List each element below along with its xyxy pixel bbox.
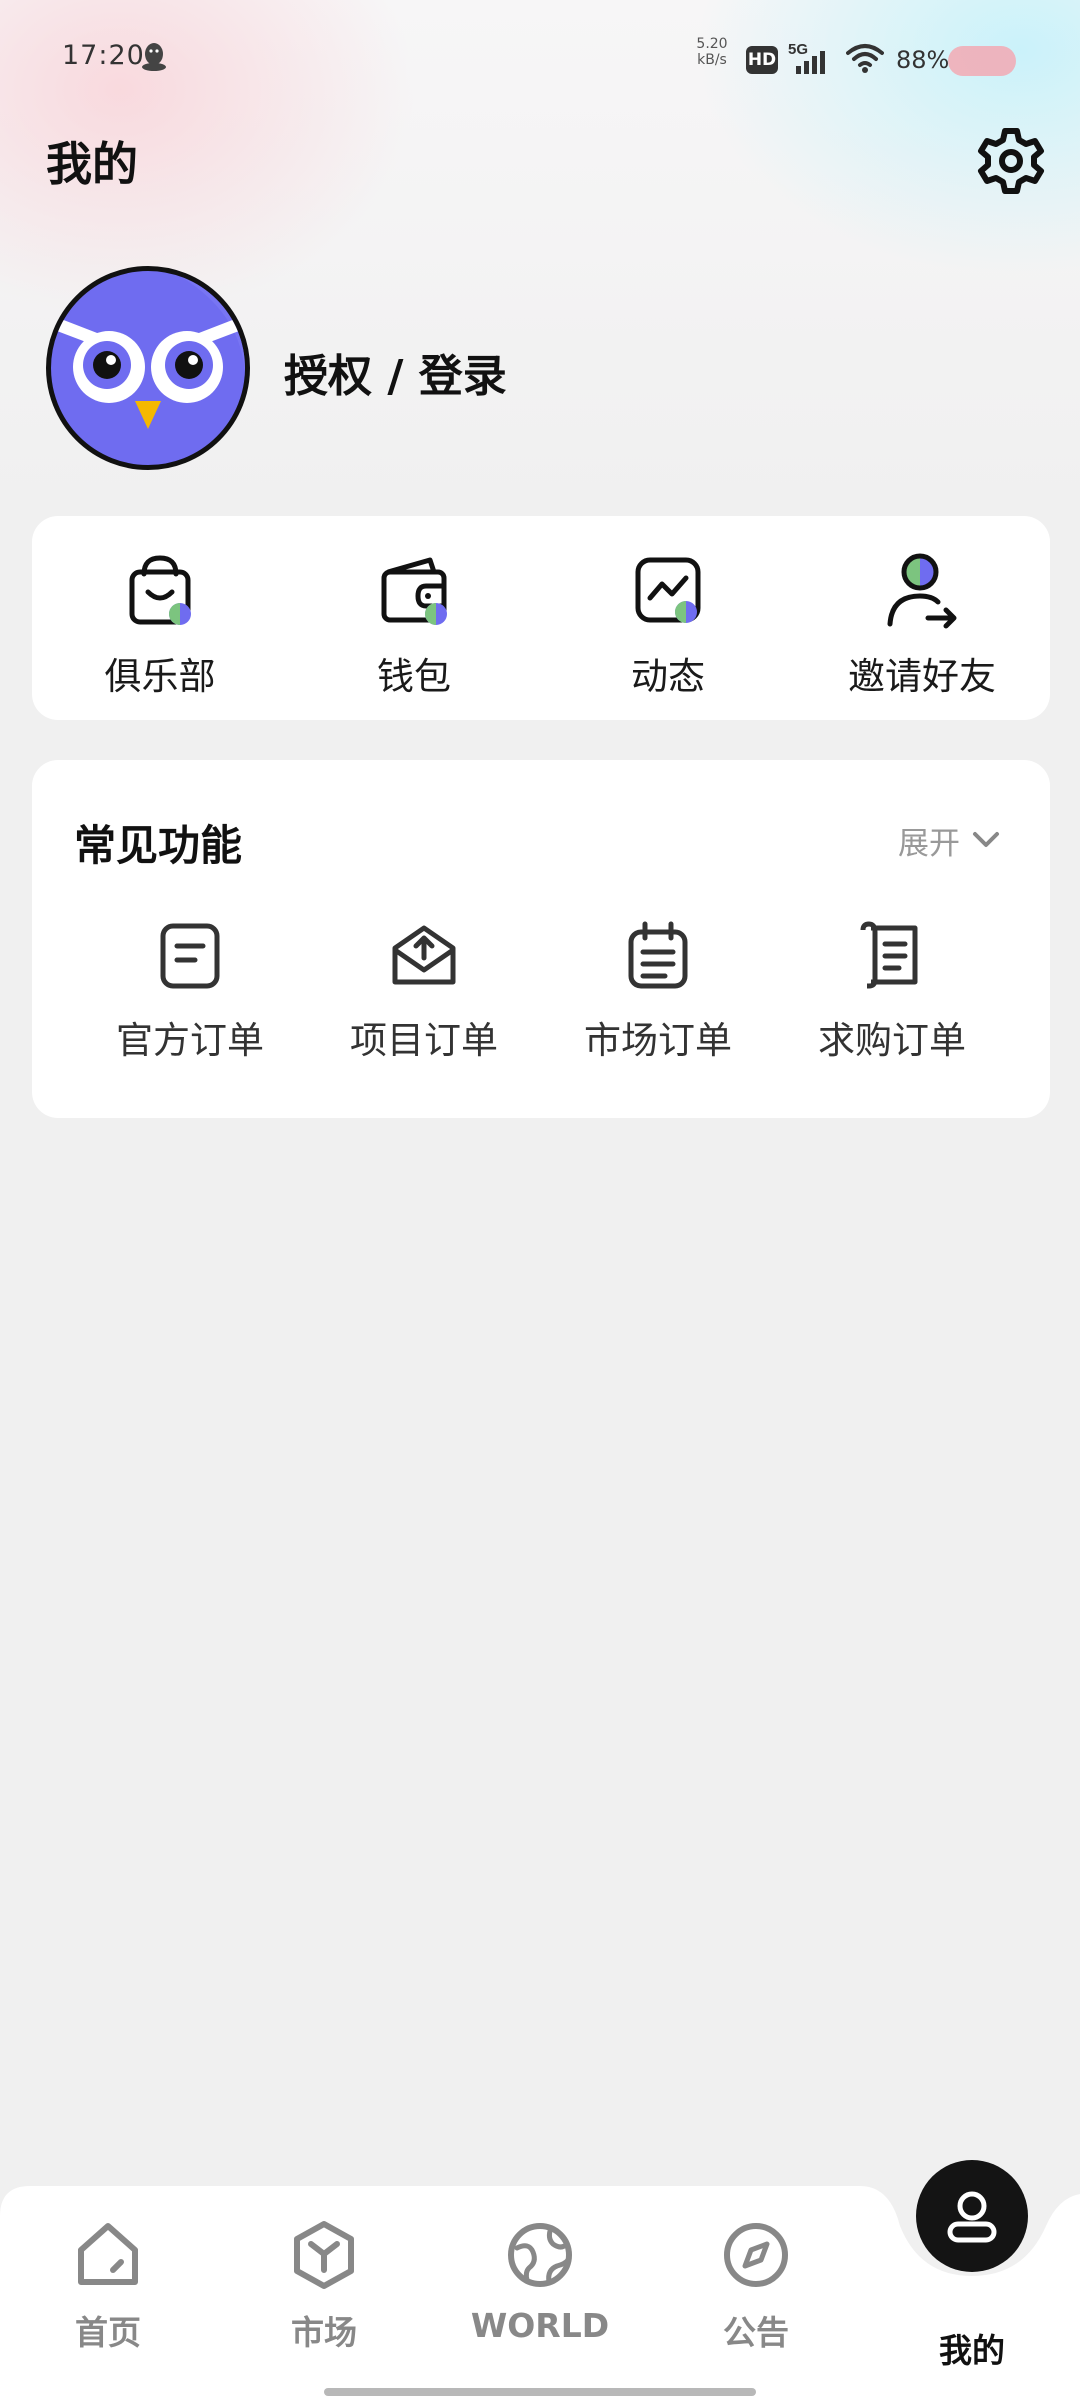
bottom-nav: 首页 市场 WORLD 公告 我的: [0, 2160, 1080, 2400]
login-link[interactable]: 授权 / 登录: [284, 340, 507, 404]
quick-actions-card: 俱乐部 钱包 动态 邀请好友: [32, 516, 1050, 720]
function-purchase-orders[interactable]: 求购订单: [782, 920, 1002, 1070]
qq-penguin-icon: [142, 43, 166, 71]
nav-label: WORLD: [470, 2306, 610, 2345]
page-title: 我的: [46, 137, 138, 191]
function-label: 市场订单: [584, 1019, 732, 1062]
signal-icon: 5G: [788, 41, 825, 74]
section-title: 常见功能: [74, 821, 243, 870]
home-icon: [78, 2223, 138, 2285]
scroll-icon: [860, 921, 918, 989]
invite-user-icon: [887, 553, 957, 629]
hd-icon: HD: [746, 46, 778, 74]
quick-action-label: 动态: [631, 655, 705, 698]
network-type-label: 5G: [788, 41, 808, 58]
function-official-orders[interactable]: 官方订单: [80, 920, 300, 1070]
settings-gear-icon[interactable]: [976, 126, 1046, 196]
cube-icon: [294, 2221, 354, 2289]
status-time: 17:20: [62, 40, 145, 71]
nav-item-world[interactable]: WORLD: [450, 2220, 630, 2345]
network-speed-value: 5.20: [696, 36, 728, 52]
nav-label: 公告: [723, 2313, 789, 2352]
quick-action-label: 俱乐部: [104, 655, 216, 698]
function-project-orders[interactable]: 项目订单: [314, 920, 534, 1070]
user-icon: [947, 2191, 997, 2243]
battery-icon: [948, 46, 1016, 76]
activity-chart-icon: [635, 557, 701, 623]
document-icon: [160, 923, 220, 989]
quick-action-label: 邀请好友: [848, 655, 996, 698]
quick-action-invite[interactable]: 邀请好友: [822, 548, 1022, 698]
inbox-upload-icon: [392, 925, 456, 985]
quick-action-club[interactable]: 俱乐部: [60, 548, 260, 698]
common-functions-card: 常见功能 展开 官方订单 项目订单 市场订单 求购订单: [32, 760, 1050, 1118]
function-label: 官方订单: [116, 1019, 264, 1062]
network-speed: 5.20 kB/s: [694, 36, 730, 68]
function-market-orders[interactable]: 市场订单: [548, 920, 768, 1070]
nav-item-announcements[interactable]: 公告: [666, 2220, 846, 2354]
nav-label-me[interactable]: 我的: [882, 2324, 1062, 2372]
wallet-icon: [381, 557, 447, 625]
status-bar: 17:20 5.20 kB/s HD 5G 88%: [0, 0, 1080, 100]
quick-action-label: 钱包: [377, 655, 451, 698]
nav-item-market[interactable]: 市场: [234, 2220, 414, 2354]
quick-action-feed[interactable]: 动态: [568, 548, 768, 698]
nav-label: 首页: [75, 2313, 141, 2352]
chevron-down-icon: [973, 832, 999, 847]
function-label: 求购订单: [818, 1019, 966, 1062]
function-label: 项目订单: [350, 1019, 498, 1062]
nav-item-me-button[interactable]: [916, 2160, 1028, 2272]
calendar-list-icon: [628, 921, 688, 989]
nav-label: 市场: [291, 2313, 357, 2352]
network-speed-unit: kB/s: [697, 52, 727, 68]
quick-action-wallet[interactable]: 钱包: [314, 548, 514, 698]
owl-avatar-icon: [57, 271, 245, 429]
avatar[interactable]: [46, 266, 250, 470]
home-indicator[interactable]: [324, 2388, 756, 2396]
shopping-bag-icon: [129, 555, 191, 625]
battery-percent: 88%: [896, 46, 950, 74]
nav-item-home[interactable]: 首页: [18, 2220, 198, 2354]
expand-button[interactable]: 展开: [898, 818, 1002, 862]
globe-icon: [508, 2223, 572, 2287]
wifi-icon: [846, 44, 884, 73]
expand-label: 展开: [898, 825, 960, 862]
compass-icon: [724, 2223, 788, 2287]
